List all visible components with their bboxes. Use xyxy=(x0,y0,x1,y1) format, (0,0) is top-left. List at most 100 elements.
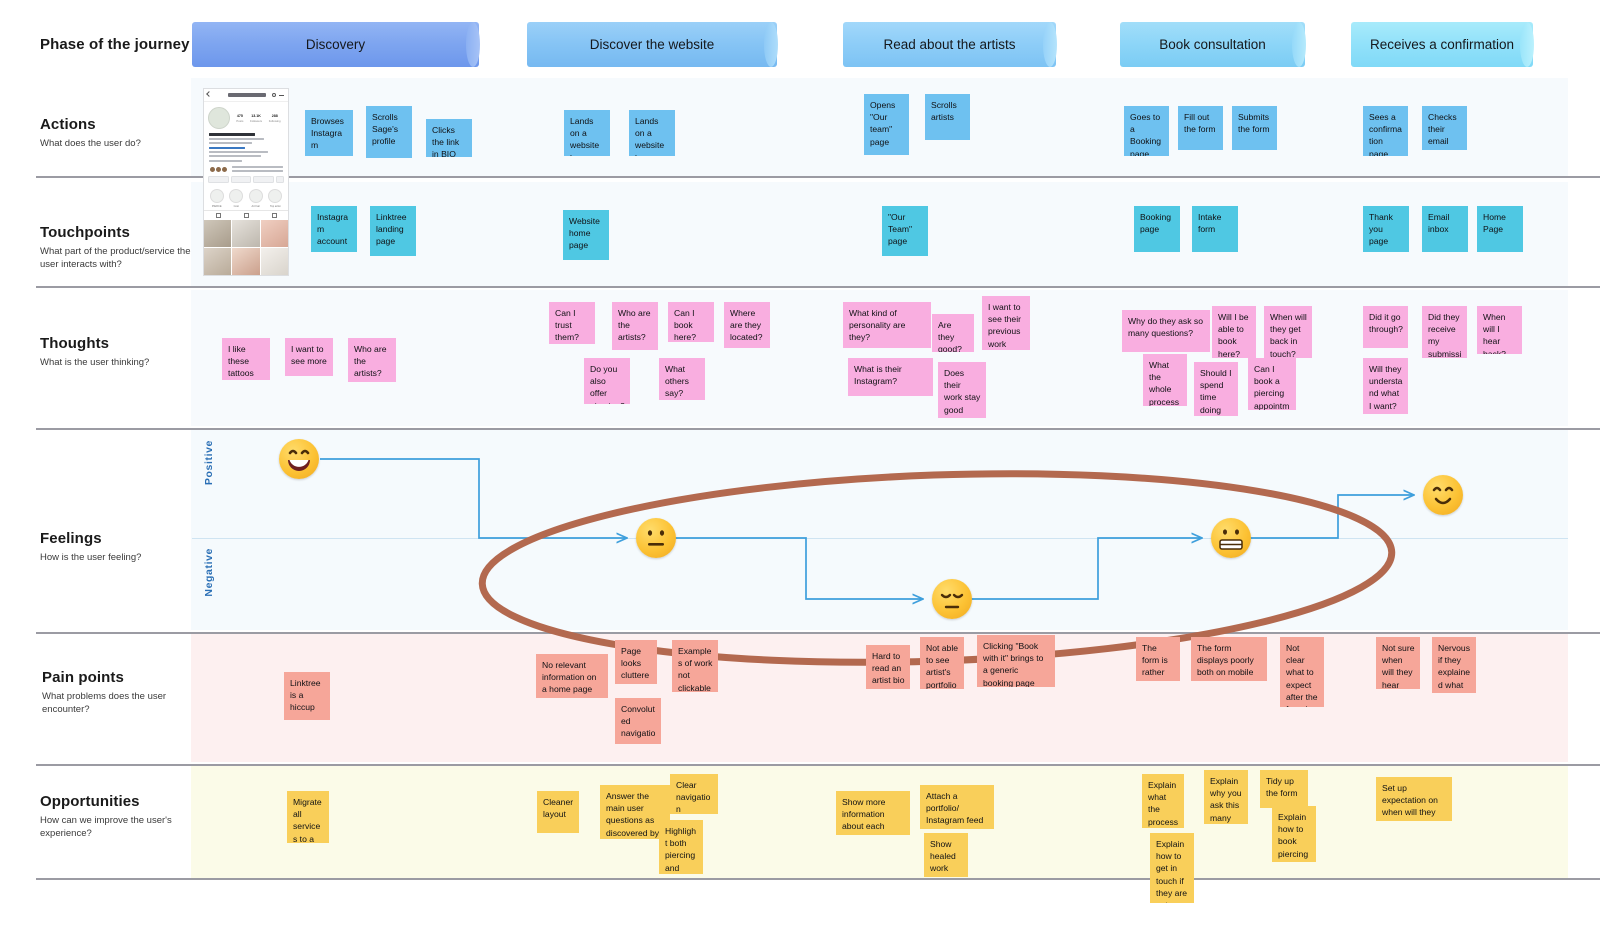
touchpoint-note[interactable]: Instagram account xyxy=(311,206,357,252)
thought-note[interactable]: Where are they located? xyxy=(724,302,770,348)
touchpoint-note[interactable]: Linktree landing page xyxy=(370,206,416,256)
pain-point-note[interactable]: Clicking "Book with it" brings to a gene… xyxy=(977,635,1055,687)
phase-receives-confirmation[interactable]: Receives a confirmation xyxy=(1351,22,1534,67)
opportunity-note[interactable]: Show healed work xyxy=(924,833,968,877)
thought-note[interactable]: When will they get back in touch? xyxy=(1264,306,1312,358)
touchpoint-note[interactable]: Home Page xyxy=(1477,206,1523,252)
profile-action-buttons xyxy=(204,176,288,186)
thought-note[interactable]: I like these tattoos xyxy=(222,338,270,380)
thought-note[interactable]: Can I book a piercing appointment? xyxy=(1248,358,1296,410)
pain-point-note[interactable]: Not able to see artist's portfolio xyxy=(920,637,964,689)
opportunity-note[interactable]: Highlight both piercing and tattoo xyxy=(659,820,703,874)
pain-point-note[interactable]: Not sure when will they hear back xyxy=(1376,637,1420,689)
opportunity-note[interactable]: Explain how to book piercing instead xyxy=(1272,806,1316,862)
opportunity-note[interactable]: Show more information about each artist xyxy=(836,791,910,835)
thought-note[interactable]: What others say? xyxy=(659,358,705,400)
row-separator xyxy=(36,428,1600,430)
pain-point-note[interactable]: Nervous if they explained what they need… xyxy=(1432,637,1476,693)
action-note[interactable]: Goes to a Booking page xyxy=(1124,106,1169,156)
thought-note[interactable]: When will I hear back? xyxy=(1477,306,1522,354)
opportunity-note[interactable]: Explain why you ask this many questions xyxy=(1204,770,1248,824)
message-button xyxy=(230,176,252,184)
touchpoint-note[interactable]: Website home page xyxy=(563,210,609,260)
action-note[interactable]: Lands on a website homepage xyxy=(629,110,675,156)
pain-point-note[interactable]: Linktree is a hiccup xyxy=(284,672,330,720)
phase-discovery[interactable]: Discovery xyxy=(192,22,480,67)
pain-point-note[interactable]: No relevant information on a home page xyxy=(536,654,608,698)
action-note[interactable]: Opens "Our team" page xyxy=(864,94,909,155)
thought-note[interactable]: Do you also offer piercing? xyxy=(584,358,630,404)
pain-point-note[interactable]: Not clear what to expect after the form … xyxy=(1280,637,1324,707)
action-note[interactable]: Sees a confirmation page xyxy=(1363,106,1408,156)
opportunity-note[interactable]: Explain how to get in touch if they are … xyxy=(1150,833,1194,903)
action-note[interactable]: Scrolls Sage's profile xyxy=(366,106,412,158)
thought-note[interactable]: I want to see more xyxy=(285,338,333,376)
action-note[interactable]: Lands on a website homepage xyxy=(564,110,610,156)
thought-note[interactable]: What kind of personality are they? xyxy=(843,302,931,348)
thought-note[interactable]: Who are the artists? xyxy=(612,302,658,350)
bell-icon xyxy=(272,93,276,97)
contact-button xyxy=(253,176,275,184)
thought-note[interactable]: Should I spend time doing this? xyxy=(1194,362,1238,416)
action-note[interactable]: Fill out the form xyxy=(1178,106,1223,150)
pain-point-note[interactable]: Convoluted navigation xyxy=(615,698,661,744)
emoji-grin xyxy=(279,439,319,479)
journey-map-board: Phase of the journey Actions What does t… xyxy=(0,0,1600,934)
phase-discover-website[interactable]: Discover the website xyxy=(527,22,778,67)
touchpoint-note[interactable]: Email inbox xyxy=(1422,206,1468,252)
instagram-profile-screenshot: 475Posts 13.1KFollowers 288Following xyxy=(203,88,289,276)
touchpoint-note[interactable]: Thank you page xyxy=(1363,206,1409,252)
opportunity-note[interactable]: Migrate all services to a single website xyxy=(287,791,329,843)
opportunity-note[interactable]: Clear navigation xyxy=(670,774,718,814)
thought-note[interactable]: Who are the artists? xyxy=(348,338,396,382)
opportunity-note[interactable]: Cleaner layout xyxy=(537,791,579,833)
row-title: Pain points xyxy=(42,669,124,686)
thought-note[interactable]: Will they understand what I want? xyxy=(1363,358,1408,414)
touchpoint-note[interactable]: Intake form xyxy=(1192,206,1238,252)
pain-point-note[interactable]: Examples of work not clickable xyxy=(672,640,718,692)
pain-point-note[interactable]: Hard to read an artist bio xyxy=(866,645,910,689)
opportunity-note[interactable]: Set up expectation on when will they hea… xyxy=(1376,777,1452,821)
phase-label: Discover the website xyxy=(589,37,715,52)
opportunity-note[interactable]: Attach a portfolio/ Instagram feed to ev… xyxy=(920,785,994,829)
row-label-feelings: Feelings How is the user feeling? xyxy=(40,530,195,565)
phase-book-consultation[interactable]: Book consultation xyxy=(1120,22,1306,67)
thought-note[interactable]: Will I be able to book here? xyxy=(1212,306,1256,358)
pain-point-note[interactable]: The form displays poorly both on mobile … xyxy=(1191,637,1267,681)
opportunity-note[interactable]: Explain what the process is like xyxy=(1142,774,1184,828)
thought-note[interactable]: Does their work stay good over time? xyxy=(938,362,986,418)
thought-note[interactable]: What the whole process is? xyxy=(1143,354,1187,406)
add-person-button xyxy=(276,176,285,184)
opportunity-note[interactable]: Tidy up the form xyxy=(1260,770,1308,808)
pain-point-note[interactable]: The form is rather lengthy xyxy=(1136,637,1180,681)
thought-note[interactable]: Are they good? xyxy=(932,314,974,352)
stat-followers: 13.1K Followers xyxy=(250,113,263,123)
post-grid xyxy=(204,219,288,275)
touchpoint-note[interactable]: Booking page xyxy=(1134,206,1180,252)
emoji-smile xyxy=(1423,475,1463,515)
row-label-actions: Actions What does the user do? xyxy=(40,116,195,151)
row-subtitle: How can we improve the user's experience… xyxy=(40,815,172,839)
thought-note[interactable]: I want to see their previous work xyxy=(982,296,1030,350)
row-subtitle: How is the user feeling? xyxy=(40,552,142,563)
thought-note[interactable]: Why do they ask so many questions? xyxy=(1122,310,1210,352)
thought-note[interactable]: Can I book here? xyxy=(668,302,714,342)
thought-note[interactable]: Did they receive my submission? xyxy=(1422,306,1467,358)
thought-note[interactable]: What is their Instagram? xyxy=(848,358,933,396)
action-note[interactable]: Scrolls artists xyxy=(925,94,970,140)
phase-read-artists[interactable]: Read about the artists xyxy=(843,22,1057,67)
thought-note[interactable]: Did it go through? xyxy=(1363,306,1408,348)
row-separator xyxy=(36,286,1600,288)
cylinder-cap xyxy=(1043,22,1057,67)
row-title: Thoughts xyxy=(40,335,110,352)
action-note[interactable]: Browses Instagram xyxy=(305,110,353,156)
grid-tab-icon xyxy=(215,212,221,218)
action-note[interactable]: Clicks the link in BIO xyxy=(426,119,472,157)
touchpoint-note[interactable]: "Our Team" page xyxy=(882,206,928,256)
action-note[interactable]: Submits the form xyxy=(1232,106,1277,150)
action-note[interactable]: Checks their email xyxy=(1422,106,1467,150)
feelings-midline xyxy=(192,538,1568,539)
pain-point-note[interactable]: Page looks cluttered xyxy=(615,640,657,684)
thought-note[interactable]: Can I trust them? xyxy=(549,302,595,344)
row-subtitle: What problems does the user encounter? xyxy=(42,691,167,715)
